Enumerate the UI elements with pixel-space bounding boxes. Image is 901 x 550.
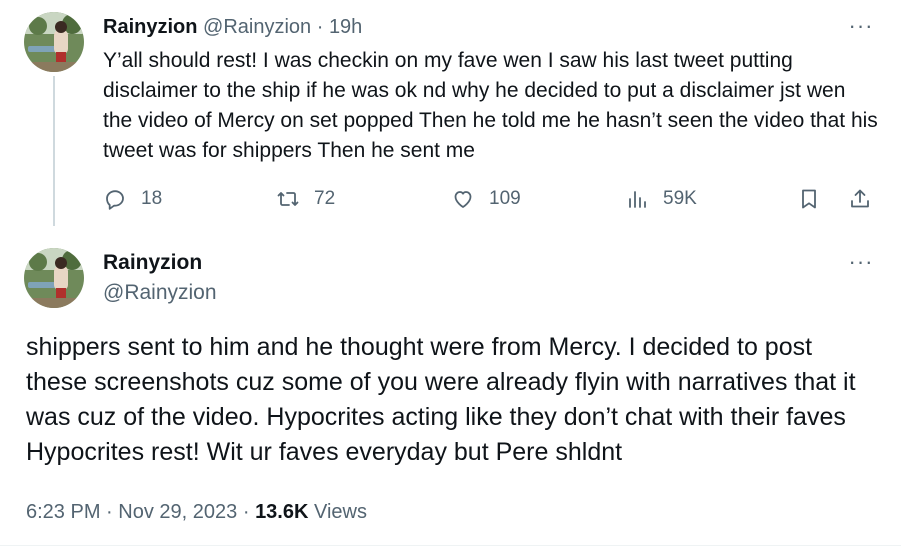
- main-tweet-text: shippers sent to him and he thought were…: [26, 333, 856, 466]
- tweet-meta: 6:23 PM · Nov 29, 2023 · 13.6K Views: [26, 498, 367, 526]
- views-label: Views: [314, 501, 367, 523]
- views-button[interactable]: 59K: [625, 182, 697, 216]
- separator: ·: [316, 16, 324, 38]
- display-name[interactable]: Rainyzion: [103, 250, 202, 276]
- handle[interactable]: @Rainyzion: [103, 280, 217, 306]
- handle[interactable]: @Rainyzion: [203, 16, 311, 38]
- avatar[interactable]: [24, 12, 84, 72]
- retweet-icon: [277, 192, 299, 206]
- like-icon: [454, 191, 472, 208]
- bookmark-icon: [802, 189, 816, 209]
- views-count: 59K: [663, 188, 697, 209]
- views-icon: [629, 191, 646, 208]
- reply-icon: [106, 190, 124, 210]
- separator: ·: [106, 501, 113, 523]
- tweet-time[interactable]: 19h: [329, 16, 362, 38]
- retweet-count: 72: [314, 188, 336, 209]
- more-label: ···: [848, 13, 874, 38]
- retweet-button[interactable]: 72: [276, 182, 335, 216]
- tweet-date[interactable]: Nov 29, 2023: [118, 501, 237, 523]
- reply-count: 18: [141, 188, 163, 209]
- like-count: 109: [489, 188, 521, 209]
- tweet-time[interactable]: 6:23 PM: [26, 501, 100, 523]
- share-button[interactable]: [848, 182, 886, 216]
- separator: ·: [242, 501, 250, 523]
- divider: [0, 545, 901, 546]
- avatar[interactable]: [24, 248, 84, 308]
- parent-tweet-text: Y’all should rest! I was checkin on my f…: [103, 49, 878, 162]
- reply-button[interactable]: 18: [103, 182, 162, 216]
- share-icon: [851, 189, 869, 208]
- views-count: 13.6K: [255, 501, 309, 523]
- more-label: ···: [848, 249, 874, 274]
- display-name[interactable]: Rainyzion: [103, 16, 197, 38]
- action-bar: 18 72 109 59K: [103, 182, 873, 216]
- like-button[interactable]: 109: [451, 182, 521, 216]
- bookmark-button[interactable]: [797, 182, 835, 216]
- more-icon[interactable]: ···: [847, 15, 875, 40]
- more-icon[interactable]: ···: [847, 251, 875, 276]
- thread-line: [53, 76, 55, 226]
- parent-tweet-header: Rainyzion @Rainyzion · 19h: [103, 14, 362, 40]
